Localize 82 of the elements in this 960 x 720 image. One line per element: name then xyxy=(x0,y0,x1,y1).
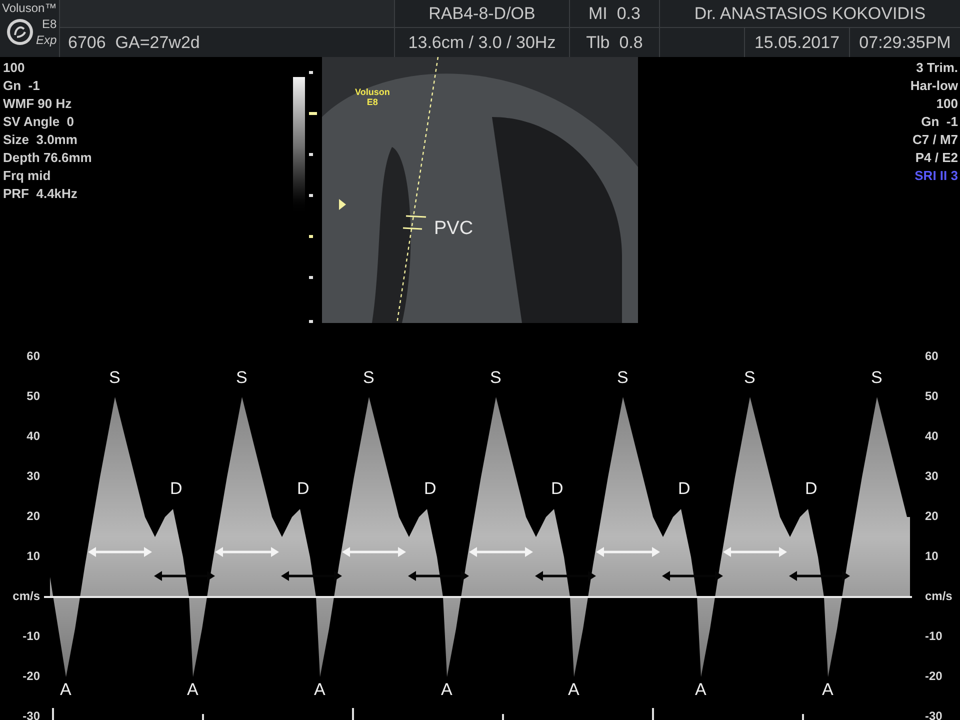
double-arrow xyxy=(535,571,596,581)
peak-label: A xyxy=(695,681,706,699)
operator-name: Dr. ANASTASIOS KOKOVIDIS xyxy=(694,2,926,25)
axis-label: 10 xyxy=(26,549,40,563)
peak-label: A xyxy=(60,681,72,699)
axis-label: 10 xyxy=(925,549,938,563)
double-arrow xyxy=(596,547,660,557)
peak-label: D xyxy=(170,480,182,498)
double-arrow xyxy=(789,571,850,581)
parameter-text: Gn -1 xyxy=(3,77,41,95)
axis-label: 60 xyxy=(26,349,40,363)
parameter-text: Frq mid xyxy=(3,167,52,185)
parameter-text: P4 / E2 xyxy=(915,149,958,167)
patient-info: 6706 GA=27w2d xyxy=(68,32,200,54)
double-arrow xyxy=(469,547,533,557)
axis-label: cm/s xyxy=(12,589,40,603)
peak-label: A xyxy=(568,681,580,699)
axis-label: -10 xyxy=(22,629,40,643)
parameter-text: WMF 90 Hz xyxy=(3,95,73,113)
axis-label: -30 xyxy=(925,709,942,720)
peak-label: S xyxy=(490,369,502,387)
peak-label: D xyxy=(297,480,310,498)
watermark-logo-text: Voluson E8 xyxy=(355,87,390,107)
double-arrow xyxy=(281,571,342,581)
axis-label: 20 xyxy=(925,509,938,523)
parameter-text: Depth 76.6mm xyxy=(3,149,93,167)
peak-label: S xyxy=(744,369,756,387)
axis-label: -20 xyxy=(22,669,40,683)
thermal-index: Tlb 0.8 xyxy=(586,32,643,54)
model-name: E8 xyxy=(42,16,57,32)
peak-label: A xyxy=(187,681,198,699)
peak-label: A xyxy=(822,681,834,699)
axis-label: 30 xyxy=(925,469,938,483)
axis-label: -30 xyxy=(22,709,40,720)
structure-label: PVC xyxy=(434,217,474,241)
axis-label: 40 xyxy=(925,429,938,443)
double-arrow xyxy=(408,571,469,581)
peak-label: D xyxy=(678,480,690,498)
parameter-text: 100 xyxy=(936,95,958,113)
parameter-text: SRI II 3 xyxy=(914,167,958,185)
peak-label: S xyxy=(617,369,628,387)
exam-date: 15.05.2017 xyxy=(754,32,840,54)
peak-label: S xyxy=(109,369,120,387)
peak-label: A xyxy=(441,681,452,699)
parameter-text: 3 Trim. xyxy=(916,59,958,77)
parameter-text: PRF 4.4kHz xyxy=(3,185,78,203)
axis-label: 50 xyxy=(26,389,40,403)
axis-label: 40 xyxy=(26,429,40,443)
peak-label: D xyxy=(424,480,436,498)
axis-label: 20 xyxy=(26,509,40,523)
axis-label: -20 xyxy=(925,669,942,683)
axis-label: -10 xyxy=(925,629,942,643)
double-arrow xyxy=(215,547,279,557)
peak-label: S xyxy=(236,369,248,387)
exam-time: 07:29:35PM xyxy=(859,32,951,54)
double-arrow xyxy=(88,547,152,557)
pointer-icon xyxy=(339,199,346,210)
parameter-text: SV Angle 0 xyxy=(3,113,76,131)
parameter-text: 100 xyxy=(3,59,26,77)
parameter-text: Gn -1 xyxy=(921,113,958,131)
logo-icon xyxy=(6,18,34,46)
parameter-text: Har-low xyxy=(910,77,958,95)
peak-label: A xyxy=(314,681,326,699)
peak-label: S xyxy=(363,369,374,387)
parameter-text: C7 / M7 xyxy=(912,131,958,149)
probe-label: RAB4-8-D/OB xyxy=(428,2,536,25)
double-arrow xyxy=(723,547,787,557)
peak-label: D xyxy=(805,480,818,498)
parameter-text: Size 3.0mm xyxy=(3,131,78,149)
edition-name: Exp xyxy=(36,32,57,48)
double-arrow xyxy=(342,547,406,557)
mechanical-index: MI 0.3 xyxy=(588,2,640,25)
axis-label: 50 xyxy=(925,389,938,403)
axis-label: 30 xyxy=(26,469,40,483)
imaging-settings: 13.6cm / 3.0 / 30Hz xyxy=(408,32,556,54)
double-arrow xyxy=(662,571,723,581)
peak-label: D xyxy=(551,480,564,498)
peak-label: S xyxy=(871,369,882,387)
double-arrow xyxy=(154,571,215,581)
axis-label: 60 xyxy=(925,349,938,363)
axis-label: cm/s xyxy=(925,589,952,603)
brand-name: Voluson™ xyxy=(1,0,58,16)
